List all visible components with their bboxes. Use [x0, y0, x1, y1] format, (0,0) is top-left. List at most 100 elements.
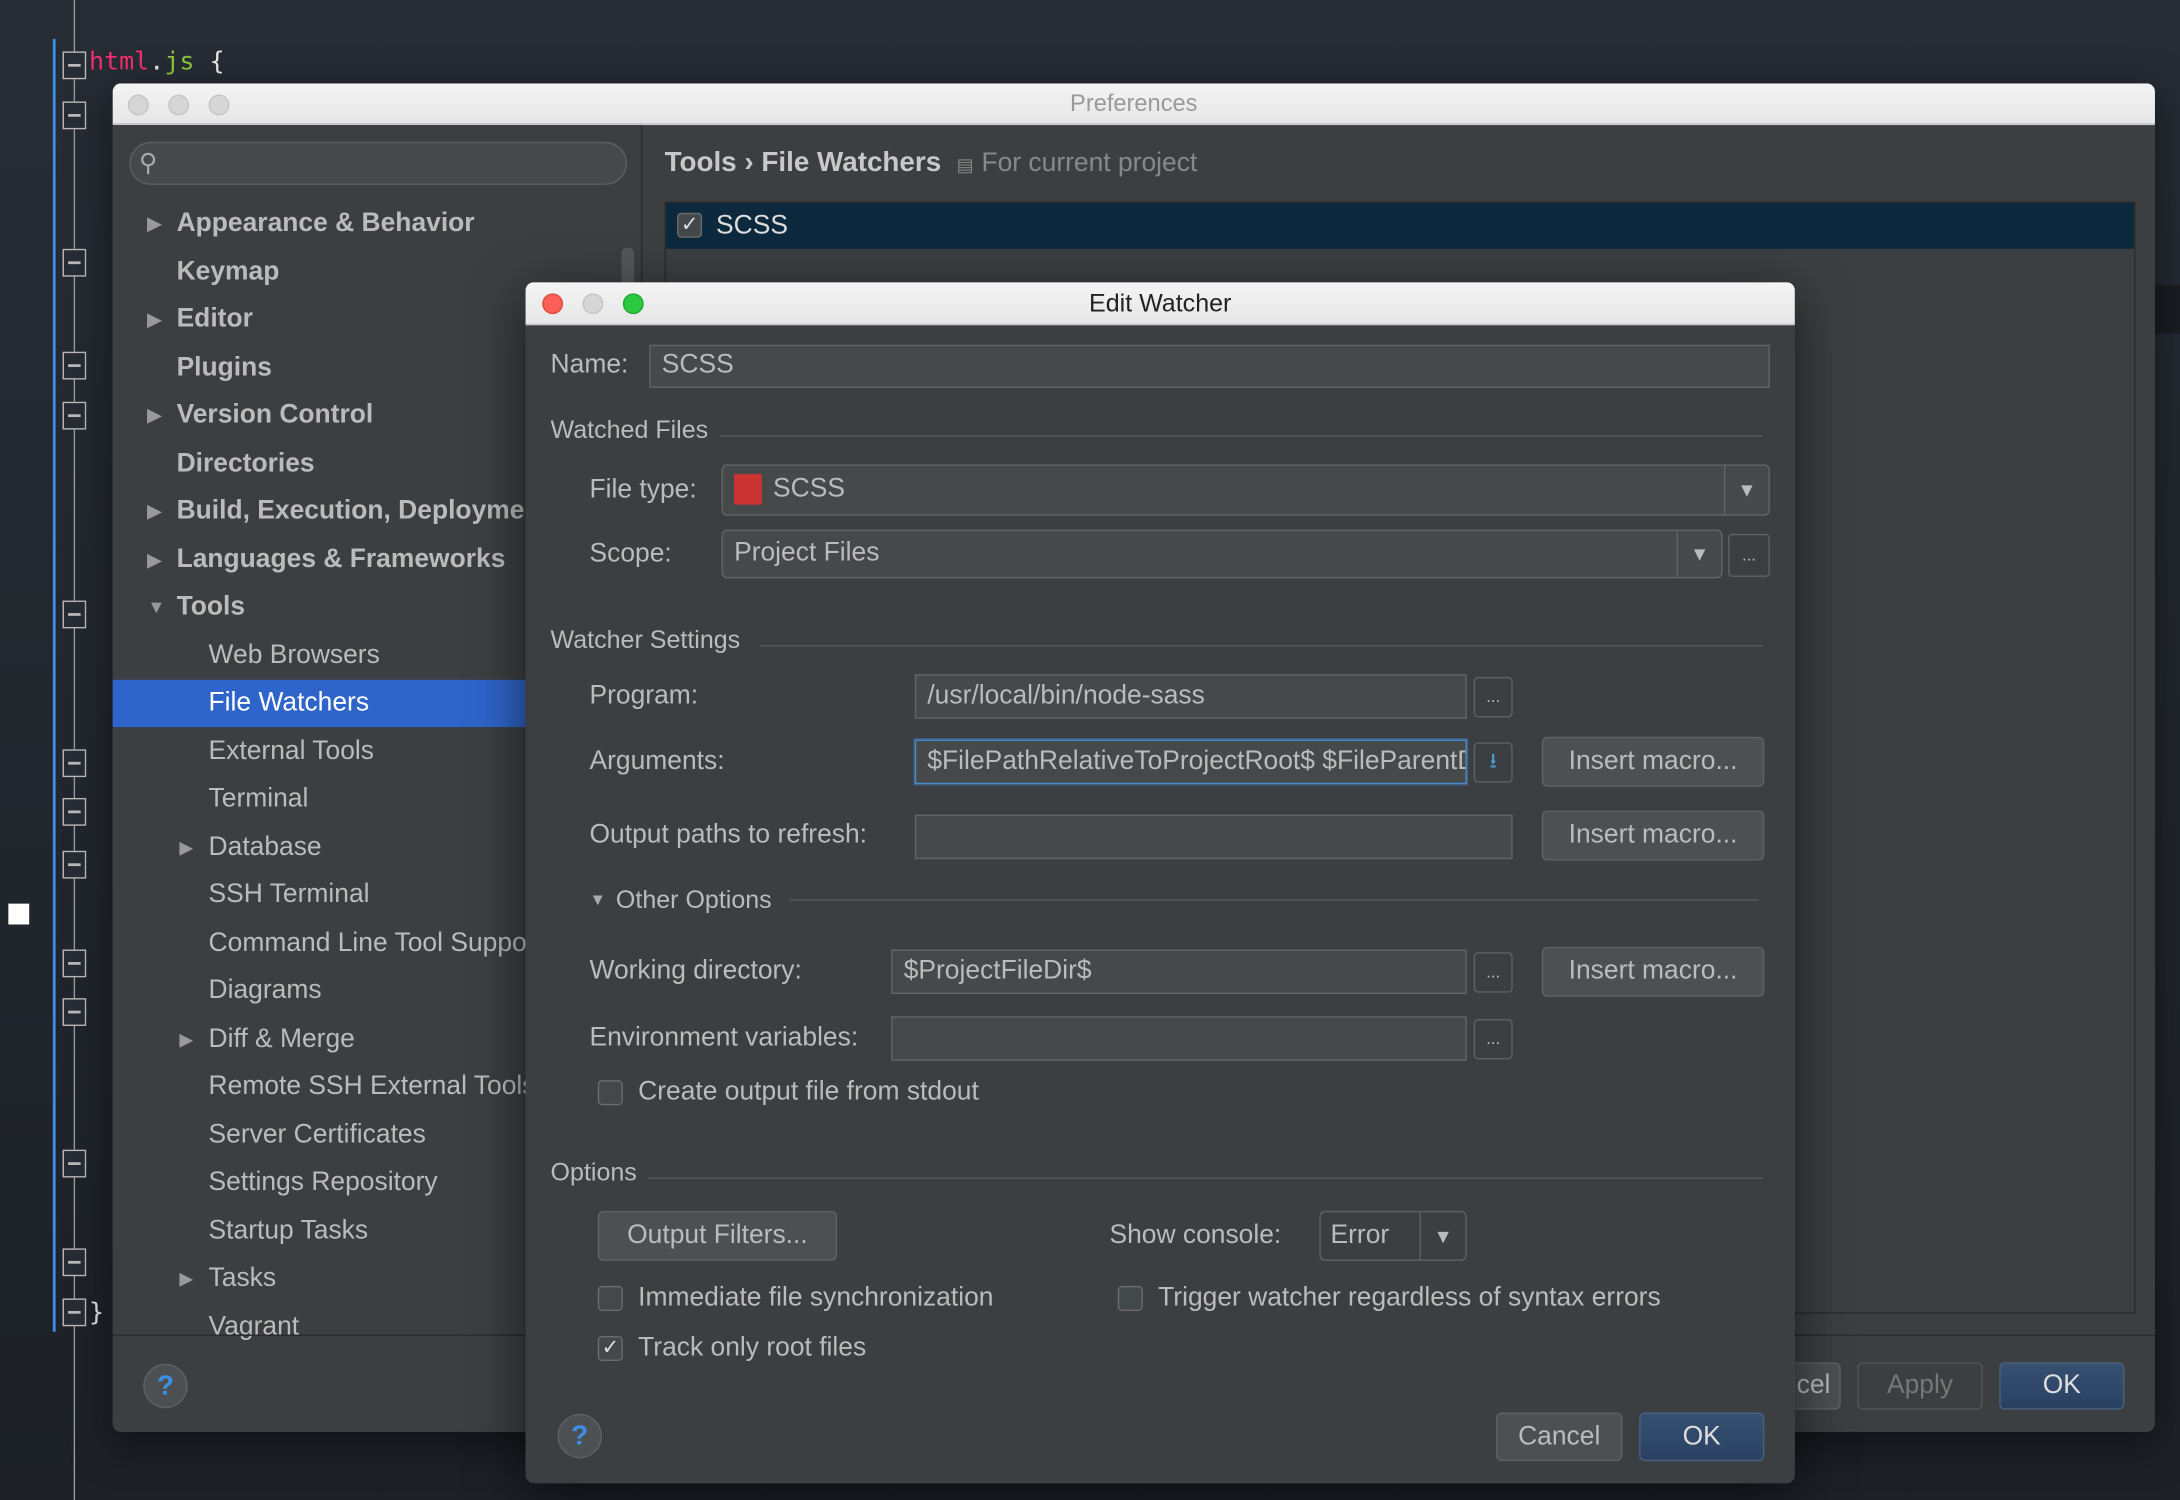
fold-icon[interactable] [62, 850, 87, 879]
trigger-regardless-label[interactable]: Trigger watcher regardless of syntax err… [1158, 1283, 1661, 1314]
minimize-button[interactable] [582, 293, 604, 315]
fold-icon[interactable] [62, 1248, 87, 1277]
output-paths-label: Output paths to refresh: [589, 820, 868, 850]
arguments-input[interactable]: $FilePathRelativeToProjectRoot$ $FilePar… [914, 739, 1467, 785]
breadcrumb: Tools › File Watchers ▤ For current proj… [665, 147, 1198, 179]
environment-variables-input[interactable] [891, 1016, 1467, 1061]
sidebar-item[interactable]: ▶ Appearance & Behavior [113, 200, 643, 247]
preferences-title-bar: Preferences [112, 83, 2155, 126]
code-closing-brace: } [88, 1298, 105, 1328]
breadcrumb-parent[interactable]: Tools [665, 147, 737, 178]
sidebar-item-label: Appearance & Behavior [176, 208, 475, 238]
expanded-arrow-icon[interactable]: ▼ [147, 584, 165, 631]
collapsed-arrow-icon[interactable]: ▶ [147, 392, 161, 439]
sidebar-item-label: External Tools [208, 736, 374, 766]
settings-search-input[interactable]: ⚲ [129, 141, 628, 185]
insert-macro-button[interactable]: Insert macro... [1541, 736, 1765, 787]
program-input[interactable]: /usr/local/bin/node-sass [914, 674, 1467, 719]
collapsed-arrow-icon[interactable]: ▶ [147, 296, 161, 343]
chevron-down-icon[interactable]: ▼ [1676, 531, 1721, 577]
dialog-title: Edit Watcher [1089, 289, 1232, 317]
file-type-combo[interactable]: SCSS ▼ [721, 464, 1770, 516]
expand-arguments-icon[interactable]: ⭳ [1473, 742, 1513, 783]
arguments-label: Arguments: [589, 746, 725, 776]
output-filters-button[interactable]: Output Filters... [597, 1210, 837, 1261]
insert-macro-button[interactable]: Insert macro... [1541, 946, 1765, 997]
cancel-button[interactable]: Cancel [1495, 1412, 1623, 1462]
sidebar-item-label: Command Line Tool Support [208, 927, 543, 958]
collapsed-arrow-icon[interactable]: ▶ [179, 824, 193, 871]
zoom-button[interactable] [622, 293, 644, 315]
output-paths-input[interactable] [914, 814, 1513, 860]
collapsed-arrow-icon[interactable]: ▶ [147, 488, 161, 535]
zoom-button[interactable] [208, 94, 230, 116]
code-selector: html [88, 47, 150, 77]
watcher-row[interactable]: ✓ SCSS [665, 202, 2135, 249]
watched-files-heading: Watched Files [550, 415, 709, 444]
sidebar-item-label: Vagrant [208, 1311, 300, 1341]
fold-icon[interactable] [62, 600, 87, 629]
file-type-value: SCSS [773, 474, 845, 504]
track-root-checkbox[interactable]: ✓ [597, 1335, 623, 1362]
code-brace: { [209, 47, 225, 77]
ok-button[interactable]: OK [1639, 1412, 1765, 1462]
fold-icon[interactable] [62, 797, 87, 826]
show-console-label: Show console: [1109, 1220, 1282, 1250]
fold-icon[interactable] [62, 949, 87, 978]
code-dot: . [149, 47, 165, 77]
fold-icon[interactable] [62, 401, 87, 430]
other-options-toggle[interactable]: Other Options [616, 884, 772, 915]
create-output-label[interactable]: Create output file from stdout [638, 1077, 979, 1108]
sidebar-item-label: Remote SSH External Tools [208, 1071, 536, 1102]
fold-icon[interactable] [62, 351, 87, 380]
fold-icon[interactable] [62, 51, 87, 80]
create-output-checkbox[interactable] [597, 1080, 623, 1106]
insert-macro-button[interactable]: Insert macro... [1541, 810, 1765, 861]
fold-icon[interactable] [62, 248, 87, 277]
help-button[interactable]: ? [557, 1413, 602, 1459]
search-icon: ⚲ [139, 148, 158, 177]
sidebar-item-label: Database [208, 832, 322, 862]
collapse-triangle-icon[interactable]: ▼ [589, 890, 606, 909]
fold-icon[interactable] [62, 749, 87, 778]
working-directory-input[interactable]: $ProjectFileDir$ [891, 949, 1467, 994]
ok-button[interactable]: OK [1999, 1362, 2125, 1410]
scope-browse-button[interactable]: ... [1728, 533, 1770, 577]
trigger-regardless-checkbox[interactable] [1117, 1285, 1143, 1311]
collapsed-arrow-icon[interactable]: ▶ [179, 1255, 193, 1302]
fold-icon[interactable] [62, 101, 87, 130]
fold-icon[interactable] [62, 1149, 87, 1178]
chevron-down-icon[interactable]: ▼ [1723, 465, 1768, 515]
sidebar-item-label: Plugins [176, 352, 272, 382]
name-input[interactable]: SCSS [649, 344, 1770, 388]
program-label: Program: [589, 681, 699, 711]
minimize-button[interactable] [168, 94, 190, 116]
environment-variables-browse-button[interactable]: ... [1473, 1019, 1513, 1060]
track-root-label[interactable]: Track only root files [638, 1333, 866, 1364]
watcher-name: SCSS [716, 211, 788, 241]
collapsed-arrow-icon[interactable]: ▶ [147, 200, 161, 247]
scope-combo[interactable]: Project Files ▼ [721, 529, 1723, 579]
close-button[interactable] [542, 293, 564, 315]
collapsed-arrow-icon[interactable]: ▶ [147, 536, 161, 583]
fold-icon[interactable] [62, 1298, 87, 1327]
help-button[interactable]: ? [143, 1363, 188, 1409]
collapsed-arrow-icon[interactable]: ▶ [179, 1016, 193, 1063]
edit-watcher-dialog: Edit Watcher Name: SCSS Watched Files Fi… [525, 282, 1795, 1484]
program-browse-button[interactable]: ... [1473, 677, 1513, 718]
close-button[interactable] [127, 94, 149, 116]
apply-button[interactable]: Apply [1857, 1362, 1983, 1410]
screen: html.js { } Preferences ⚲ ▶ Appearance & … [0, 0, 2180, 1500]
immediate-sync-checkbox[interactable] [597, 1285, 623, 1311]
project-icon: ▤ [956, 154, 974, 176]
fold-icon[interactable] [62, 998, 87, 1026]
chevron-down-icon[interactable]: ▼ [1419, 1212, 1465, 1260]
immediate-sync-label[interactable]: Immediate file synchronization [638, 1283, 993, 1314]
breadcrumb-current: File Watchers [761, 147, 942, 178]
watcher-enabled-checkbox[interactable]: ✓ [677, 212, 703, 238]
working-directory-browse-button[interactable]: ... [1473, 952, 1513, 993]
show-console-combo[interactable]: Error ▼ [1319, 1210, 1467, 1261]
show-console-value: Error [1330, 1220, 1390, 1250]
sidebar-item-label: Terminal [208, 784, 309, 814]
editor-marker [8, 903, 30, 925]
